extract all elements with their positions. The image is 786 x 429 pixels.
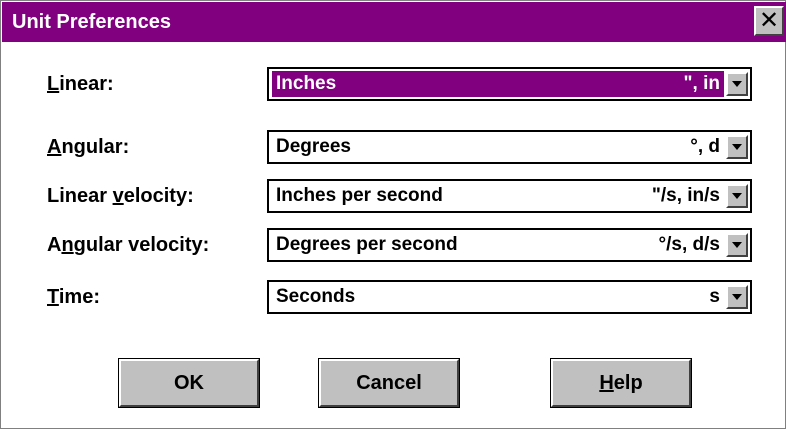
- angular-velocity-unit-value: Degrees per second: [276, 234, 458, 255]
- linear-velocity-unit-value: Inches per second: [276, 185, 443, 206]
- title-bar: Unit Preferences ✕: [2, 2, 786, 42]
- time-unit-select[interactable]: Seconds s: [267, 280, 752, 314]
- close-icon: ✕: [758, 6, 780, 34]
- linear-velocity-unit-field[interactable]: Inches per second "/s, in/s: [272, 183, 724, 209]
- angular-unit-abbr: °, d: [690, 136, 720, 157]
- linear-unit-abbr: ", in: [683, 73, 720, 94]
- chevron-down-icon: [732, 81, 742, 87]
- angular-velocity-unit-select[interactable]: Degrees per second °/s, d/s: [267, 228, 752, 262]
- linear-velocity-unit-abbr: "/s, in/s: [651, 185, 720, 206]
- angular-unit-select[interactable]: Degrees °, d: [267, 130, 752, 164]
- angular-velocity-unit-abbr: °/s, d/s: [658, 234, 720, 255]
- angular-velocity-dropdown-button[interactable]: [726, 233, 748, 257]
- linear-unit-value: Inches: [276, 73, 337, 94]
- angular-velocity-label: Angular velocity:: [47, 234, 210, 256]
- time-unit-abbr: s: [709, 286, 720, 307]
- linear-velocity-unit-select[interactable]: Inches per second "/s, in/s: [267, 179, 752, 213]
- time-label: Time:: [47, 286, 100, 308]
- ok-button[interactable]: OK: [118, 358, 260, 408]
- chevron-down-icon: [732, 144, 742, 150]
- angular-label: Angular:: [47, 136, 130, 158]
- time-dropdown-button[interactable]: [726, 285, 748, 309]
- angular-unit-value: Degrees: [276, 136, 351, 157]
- linear-label: Linear:: [47, 73, 114, 95]
- angular-velocity-unit-field[interactable]: Degrees per second °/s, d/s: [272, 232, 724, 258]
- angular-dropdown-button[interactable]: [726, 135, 748, 159]
- unit-preferences-dialog: Unit Preferences ✕ Linear: Inches ", in …: [0, 0, 786, 429]
- time-unit-field[interactable]: Seconds s: [272, 284, 724, 310]
- chevron-down-icon: [732, 294, 742, 300]
- linear-unit-select[interactable]: Inches ", in: [267, 67, 752, 101]
- help-button[interactable]: Help: [550, 358, 692, 408]
- linear-velocity-label: Linear velocity:: [47, 185, 194, 207]
- linear-unit-field[interactable]: Inches ", in: [272, 71, 724, 97]
- chevron-down-icon: [732, 193, 742, 199]
- close-button[interactable]: ✕: [754, 6, 784, 36]
- time-unit-value: Seconds: [276, 286, 356, 307]
- linear-velocity-dropdown-button[interactable]: [726, 184, 748, 208]
- cancel-button[interactable]: Cancel: [318, 358, 460, 408]
- chevron-down-icon: [732, 242, 742, 248]
- linear-dropdown-button[interactable]: [726, 72, 748, 96]
- window-title: Unit Preferences: [12, 11, 171, 33]
- angular-unit-field[interactable]: Degrees °, d: [272, 134, 724, 160]
